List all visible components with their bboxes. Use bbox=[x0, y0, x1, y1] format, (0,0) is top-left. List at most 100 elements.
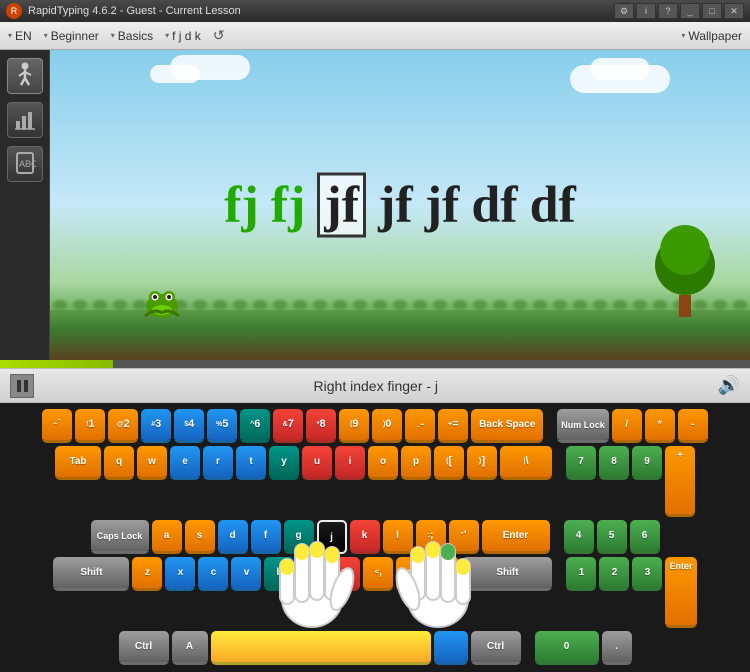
key-num-7[interactable]: 7 bbox=[566, 446, 596, 480]
volume-button[interactable]: 🔊 bbox=[718, 375, 740, 396]
key-slash[interactable]: ?/ bbox=[429, 557, 459, 591]
numpad-spacer3 bbox=[553, 520, 561, 554]
key-quote[interactable]: "' bbox=[449, 520, 479, 554]
char-jf-current: jf bbox=[317, 173, 366, 238]
key-u[interactable]: u bbox=[302, 446, 332, 480]
key-rbracket[interactable]: }] bbox=[467, 446, 497, 480]
char-fj-2: fj bbox=[271, 176, 306, 235]
sidebar-item-chart[interactable] bbox=[7, 102, 43, 138]
key-num-4[interactable]: 4 bbox=[564, 520, 594, 554]
key-j-active[interactable]: j bbox=[317, 520, 347, 554]
key-num-1[interactable]: 1 bbox=[566, 557, 596, 591]
key-numlock[interactable]: Num Lock bbox=[557, 409, 609, 443]
key-b[interactable]: b bbox=[264, 557, 294, 591]
progress-area bbox=[0, 360, 750, 368]
key-num-2[interactable]: 2 bbox=[599, 557, 629, 591]
wallpaper-menu[interactable]: ▾ Wallpaper bbox=[681, 29, 742, 43]
key-equals[interactable]: += bbox=[438, 409, 468, 443]
key-3[interactable]: #3 bbox=[141, 409, 171, 443]
settings-icon[interactable]: ⚙ bbox=[614, 3, 634, 19]
key-v[interactable]: v bbox=[231, 557, 261, 591]
minimize-button[interactable]: _ bbox=[680, 3, 700, 19]
key-num-9[interactable]: 9 bbox=[632, 446, 662, 480]
key-1[interactable]: !1 bbox=[75, 409, 105, 443]
key-a[interactable]: a bbox=[152, 520, 182, 554]
key-s[interactable]: s bbox=[185, 520, 215, 554]
key-capslock[interactable]: Caps Lock bbox=[91, 520, 149, 554]
key-6[interactable]: ^6 bbox=[240, 409, 270, 443]
key-num-5[interactable]: 5 bbox=[597, 520, 627, 554]
maximize-button[interactable]: □ bbox=[702, 3, 722, 19]
key-space-blue[interactable] bbox=[434, 631, 468, 665]
key-lbracket[interactable]: {[ bbox=[434, 446, 464, 480]
key-tab[interactable]: Tab bbox=[55, 446, 101, 480]
key-e[interactable]: e bbox=[170, 446, 200, 480]
pause-button[interactable] bbox=[10, 374, 34, 398]
key-num-minus[interactable]: - bbox=[678, 409, 708, 443]
key-5[interactable]: %5 bbox=[207, 409, 237, 443]
key-x[interactable]: x bbox=[165, 557, 195, 591]
key-f[interactable]: f bbox=[251, 520, 281, 554]
char-df-1: df bbox=[471, 176, 517, 235]
level-menu[interactable]: ▾ Beginner bbox=[44, 29, 99, 43]
key-backtick[interactable]: ~` bbox=[42, 409, 72, 443]
key-8[interactable]: *8 bbox=[306, 409, 336, 443]
key-period[interactable]: >. bbox=[396, 557, 426, 591]
key-o[interactable]: o bbox=[368, 446, 398, 480]
key-7[interactable]: &7 bbox=[273, 409, 303, 443]
key-g[interactable]: g bbox=[284, 520, 314, 554]
key-num-del[interactable]: . bbox=[602, 631, 632, 665]
tree-trunk bbox=[679, 295, 691, 317]
key-backslash[interactable]: |\ bbox=[500, 446, 552, 480]
key-w[interactable]: w bbox=[137, 446, 167, 480]
key-y[interactable]: y bbox=[269, 446, 299, 480]
key-backspace[interactable]: Back Space bbox=[471, 409, 543, 443]
key-4[interactable]: $4 bbox=[174, 409, 204, 443]
key-num-0[interactable]: 0 bbox=[535, 631, 599, 665]
key-2[interactable]: @2 bbox=[108, 409, 138, 443]
info-icon[interactable]: i bbox=[636, 3, 656, 19]
lesson-arrow: ▾ bbox=[165, 31, 169, 40]
key-c[interactable]: c bbox=[198, 557, 228, 591]
key-0[interactable]: )0 bbox=[372, 409, 402, 443]
key-ctrl-left[interactable]: Ctrl bbox=[119, 631, 169, 665]
key-l[interactable]: l bbox=[383, 520, 413, 554]
key-num-8[interactable]: 8 bbox=[599, 446, 629, 480]
key-k[interactable]: k bbox=[350, 520, 380, 554]
key-i[interactable]: i bbox=[335, 446, 365, 480]
help-icon[interactable]: ? bbox=[658, 3, 678, 19]
key-num-div[interactable]: / bbox=[612, 409, 642, 443]
sidebar-item-walk[interactable] bbox=[7, 58, 43, 94]
key-m[interactable]: m bbox=[330, 557, 360, 591]
key-num-mul[interactable]: * bbox=[645, 409, 675, 443]
key-t[interactable]: t bbox=[236, 446, 266, 480]
key-ctrl-right[interactable]: Ctrl bbox=[471, 631, 521, 665]
key-n[interactable]: n bbox=[297, 557, 327, 591]
key-minus[interactable]: _- bbox=[405, 409, 435, 443]
key-comma[interactable]: <, bbox=[363, 557, 393, 591]
key-semicolon[interactable]: :; bbox=[416, 520, 446, 554]
key-shift-right[interactable]: Shift bbox=[462, 557, 552, 591]
window-controls[interactable]: ⚙ i ? _ □ ✕ bbox=[614, 3, 744, 19]
key-9[interactable]: (9 bbox=[339, 409, 369, 443]
key-q[interactable]: q bbox=[104, 446, 134, 480]
key-enter[interactable]: Enter bbox=[482, 520, 550, 554]
key-d[interactable]: d bbox=[218, 520, 248, 554]
key-shift-left[interactable]: Shift bbox=[53, 557, 129, 591]
key-p[interactable]: p bbox=[401, 446, 431, 480]
close-button[interactable]: ✕ bbox=[724, 3, 744, 19]
key-z[interactable]: z bbox=[132, 557, 162, 591]
key-r[interactable]: r bbox=[203, 446, 233, 480]
lesson-menu[interactable]: ▾ f j d k bbox=[165, 29, 201, 43]
key-space[interactable] bbox=[211, 631, 431, 665]
key-alt-left[interactable]: A bbox=[172, 631, 208, 665]
key-num-enter[interactable]: Enter bbox=[665, 557, 696, 628]
key-num-6[interactable]: 6 bbox=[630, 520, 660, 554]
language-menu[interactable]: ▾ EN bbox=[8, 29, 32, 43]
refresh-button[interactable]: ↺ bbox=[213, 27, 225, 44]
key-num-3[interactable]: 3 bbox=[632, 557, 662, 591]
key-num-plus[interactable]: + bbox=[665, 446, 695, 517]
language-label: EN bbox=[15, 29, 32, 43]
category-menu[interactable]: ▾ Basics bbox=[111, 29, 153, 43]
sidebar-item-abc[interactable]: ABC bbox=[7, 146, 43, 182]
